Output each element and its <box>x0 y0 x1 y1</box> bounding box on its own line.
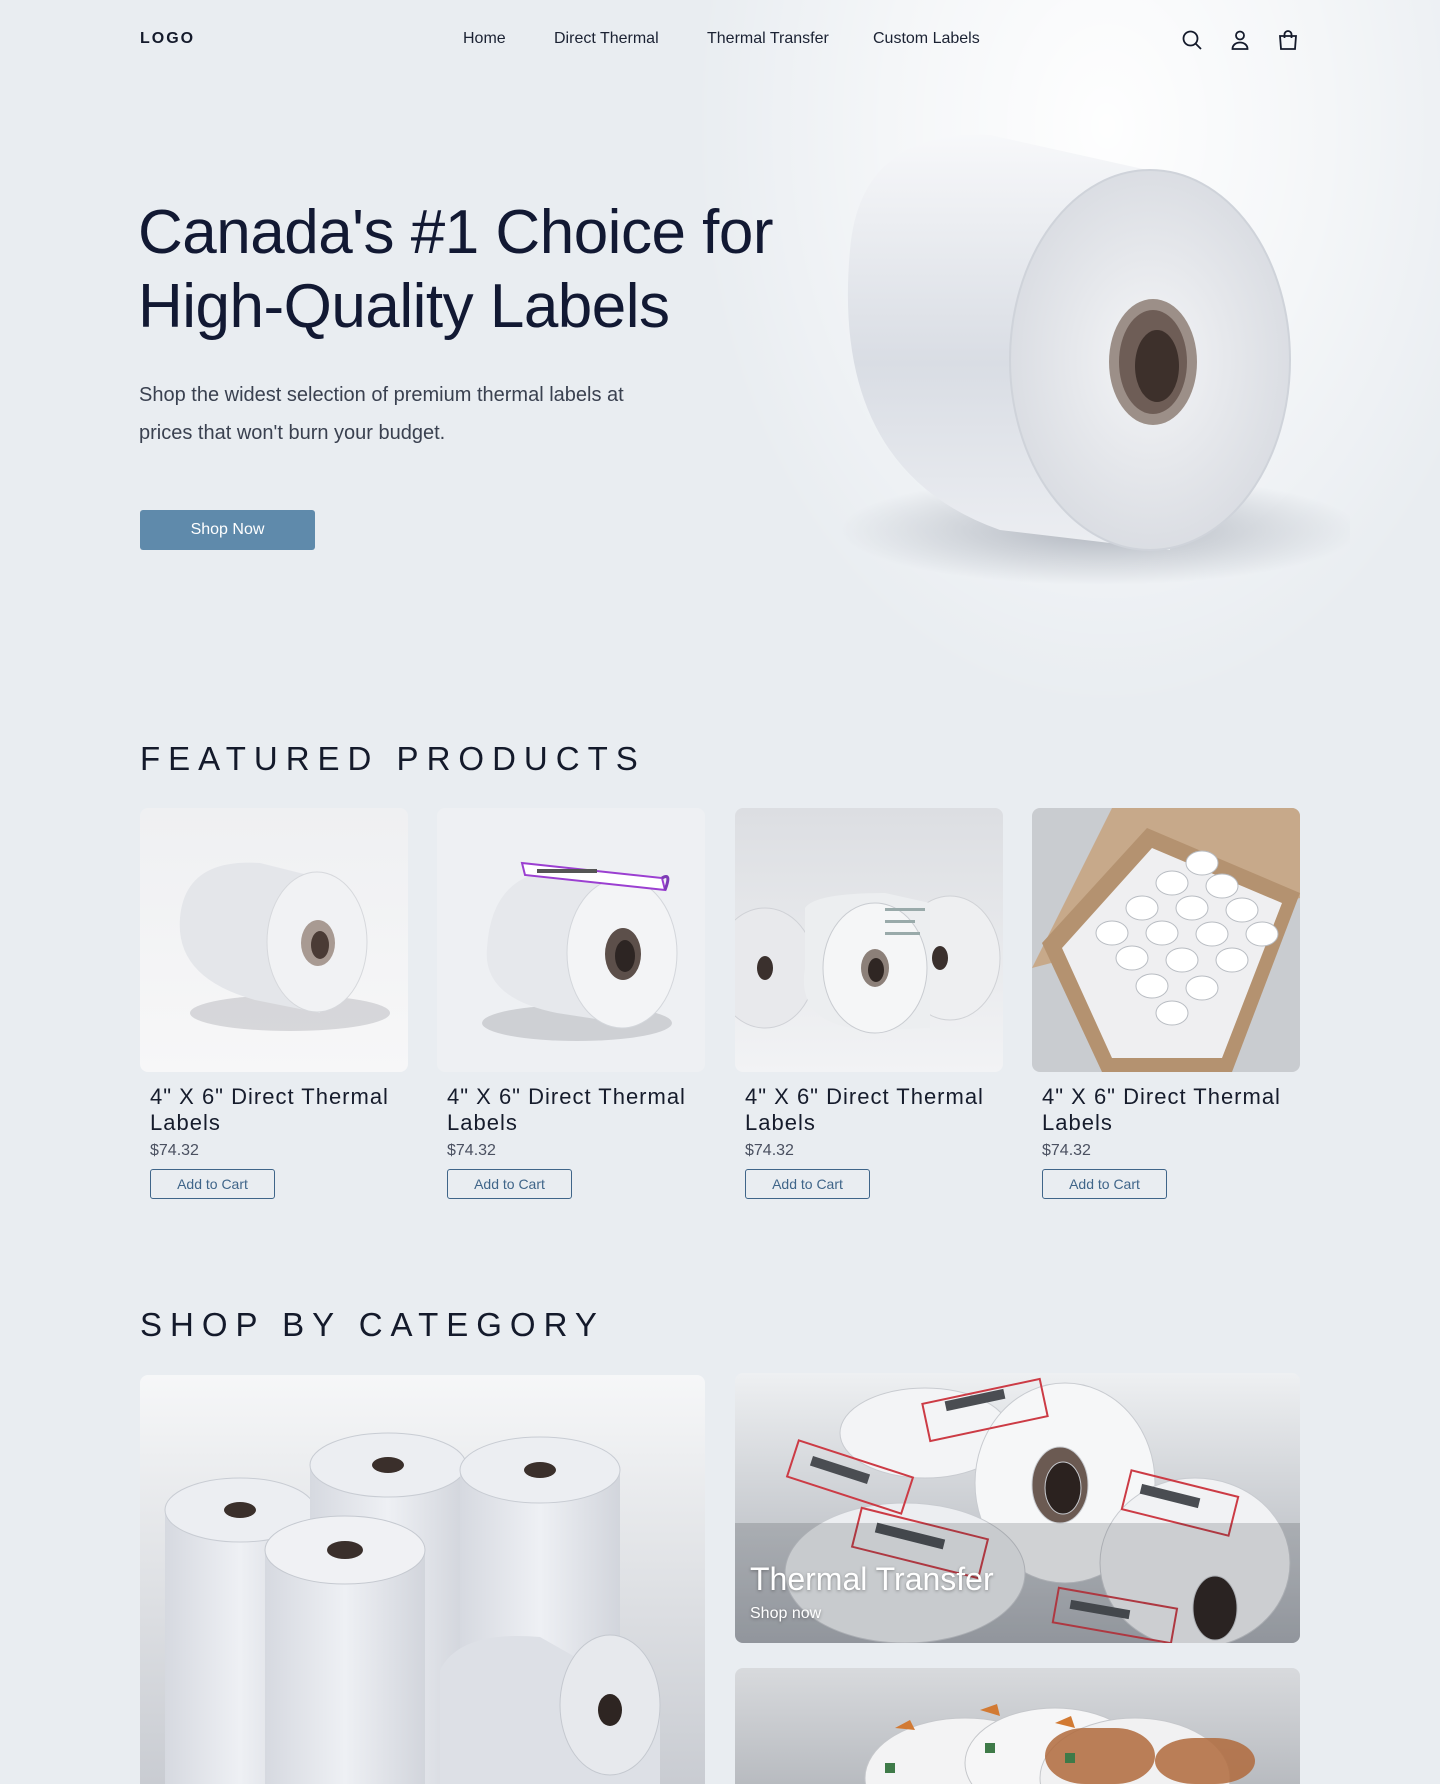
product-card[interactable]: 4" X 6" Direct Thermal Labels $74.32 Add… <box>140 808 408 1208</box>
product-card[interactable]: 4" X 6" Direct Thermal Labels $74.32 Add… <box>735 808 1003 1208</box>
hero-title: Canada's #1 Choice for High-Quality Labe… <box>138 198 774 341</box>
category-tile-direct-thermal[interactable] <box>140 1375 705 1784</box>
category-shop-now-link[interactable]: Shop now <box>750 1605 821 1623</box>
add-to-cart-button[interactable]: Add to Cart <box>745 1169 870 1199</box>
shop-now-button[interactable]: Shop Now <box>140 510 315 550</box>
cart-icon[interactable] <box>1276 28 1300 52</box>
header-actions <box>0 28 1440 54</box>
product-price: $74.32 <box>1042 1142 1091 1159</box>
add-to-cart-button[interactable]: Add to Cart <box>150 1169 275 1199</box>
product-price: $74.32 <box>447 1142 496 1159</box>
category-tile-label[interactable]: Thermal Transfer <box>750 1561 994 1598</box>
hero-subtitle: Shop the widest selection of premium the… <box>139 384 624 444</box>
product-image[interactable] <box>1032 808 1300 1072</box>
search-icon[interactable] <box>1180 28 1204 52</box>
product-card[interactable]: 4" X 6" Direct Thermal Labels $74.32 Add… <box>437 808 705 1208</box>
category-tile-custom-labels[interactable] <box>735 1668 1300 1784</box>
product-image[interactable] <box>140 808 408 1072</box>
product-price: $74.32 <box>150 1142 199 1159</box>
add-to-cart-button[interactable]: Add to Cart <box>447 1169 572 1199</box>
hero-label-roll-image <box>770 110 1360 610</box>
site-header: LOGO Home Direct Thermal Thermal Transfe… <box>0 0 1440 82</box>
product-price: $74.32 <box>745 1142 794 1159</box>
product-image[interactable] <box>735 808 1003 1072</box>
product-image[interactable] <box>437 808 705 1072</box>
featured-products-title: FEATURED PRODUCTS <box>140 740 646 777</box>
product-card[interactable]: 4" X 6" Direct Thermal Labels $74.32 Add… <box>1032 808 1300 1208</box>
product-name[interactable]: 4" X 6" Direct Thermal Labels <box>1042 1084 1300 1136</box>
shop-by-category-title: SHOP BY CATEGORY <box>140 1306 605 1343</box>
category-tile-thermal-transfer[interactable]: Thermal Transfer Shop now <box>735 1373 1300 1643</box>
product-name[interactable]: 4" X 6" Direct Thermal Labels <box>745 1084 1003 1136</box>
product-name[interactable]: 4" X 6" Direct Thermal Labels <box>150 1084 408 1136</box>
product-name[interactable]: 4" X 6" Direct Thermal Labels <box>447 1084 705 1136</box>
add-to-cart-button[interactable]: Add to Cart <box>1042 1169 1167 1199</box>
account-icon[interactable] <box>1228 28 1252 52</box>
